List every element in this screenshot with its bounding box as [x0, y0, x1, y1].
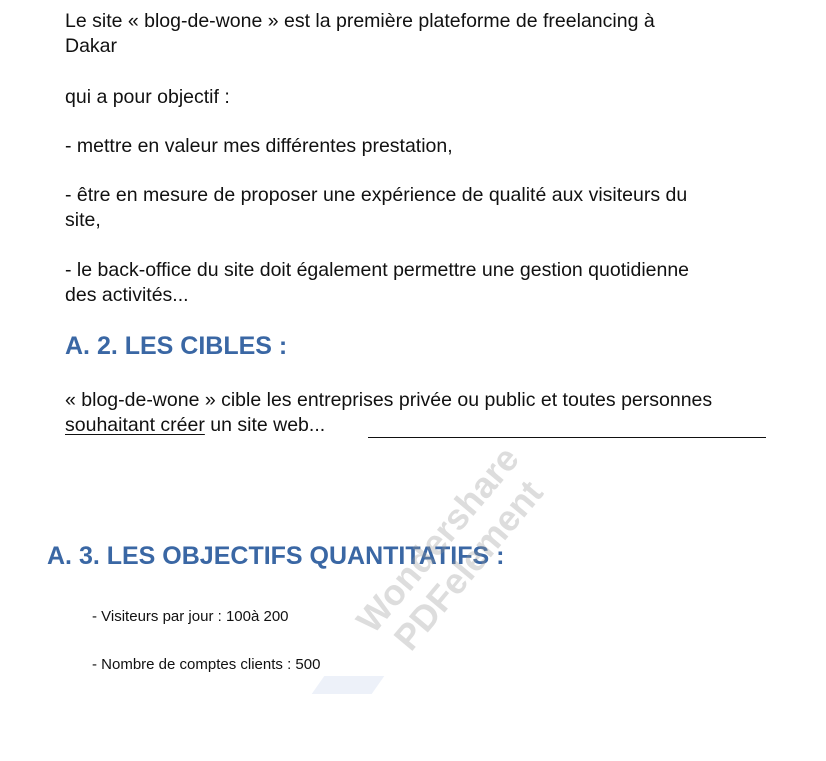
objectif-item-visiteurs: - Visiteurs par jour : 100à 200 [92, 608, 289, 625]
objective-bullet-3-line-2: des activités... [65, 284, 189, 306]
objectif-item-comptes: - Nombre de comptes clients : 500 [92, 656, 321, 673]
cibles-text-rest: un site web... [204, 414, 326, 436]
watermark: Wondershare PDFelement [307, 389, 653, 761]
objective-bullet-2-line-1: - être en mesure de proposer une expérie… [65, 184, 688, 206]
section-heading-objectifs: A. 3. LES OBJECTIFS QUANTITATIFS : [47, 542, 505, 570]
intro-line-1: Le site « blog-de-wone » est la première… [65, 10, 655, 32]
cibles-text-line-2: souhaitant créer un site web... [65, 413, 325, 438]
underlined-phrase: souhaitant créer [65, 414, 205, 436]
section-heading-cibles: A. 2. LES CIBLES : [65, 332, 288, 360]
watermark-line-1: Wondershare [348, 438, 527, 641]
cibles-text-line-1: « blog-de-wone » cible les entreprises p… [65, 389, 713, 411]
objective-bullet-1: - mettre en valeur mes différentes prest… [65, 135, 453, 157]
intro-line-2: Dakar [65, 35, 118, 57]
objective-bullet-3-line-1: - le back-office du site doit également … [65, 259, 690, 281]
objective-intro: qui a pour objectif : [65, 86, 230, 108]
blank-fill-line [368, 437, 766, 438]
document-page: Le site « blog-de-wone » est la première… [0, 0, 826, 694]
objective-bullet-2-line-2: site, [65, 209, 101, 231]
watermark-logo-shape [311, 676, 385, 694]
